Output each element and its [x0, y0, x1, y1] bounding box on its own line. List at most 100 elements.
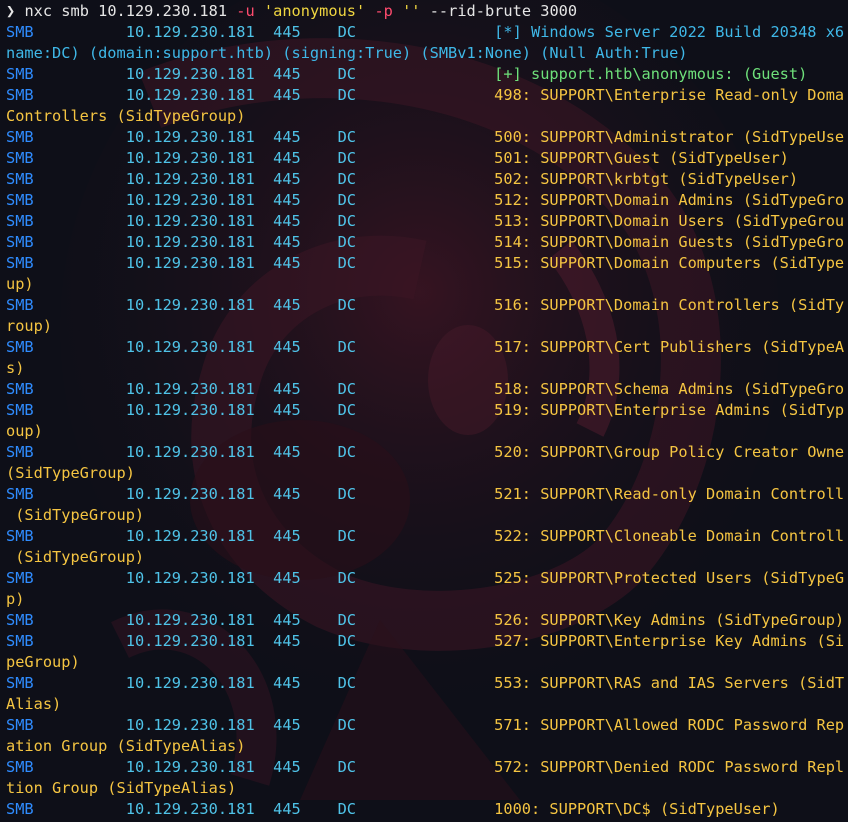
row-port: 445	[273, 23, 301, 41]
result-line: SMB 10.129.230.181 445 DC 525: SUPPORT\P…	[6, 568, 844, 589]
result-cont-line: oup)	[6, 421, 844, 442]
rid-entry-cont: Controllers (SidTypeGroup)	[6, 107, 246, 125]
row-port: 445	[273, 758, 301, 776]
row-port: 445	[273, 170, 301, 188]
row-host: DC	[337, 212, 357, 230]
rid-entry: 517: SUPPORT\Cert Publishers (SidTypeAli…	[494, 338, 844, 356]
rid-entry-cont: Alias)	[6, 695, 62, 713]
rid-entry: 502: SUPPORT\krbtgt (SidTypeUser)	[494, 170, 799, 188]
row-ip: 10.129.230.181	[125, 443, 255, 461]
row-ip: 10.129.230.181	[125, 65, 255, 83]
rid-entry: 519: SUPPORT\Enterprise Admins (SidTypeG…	[494, 401, 844, 419]
row-port: 445	[273, 86, 301, 104]
row-proto: SMB	[6, 527, 34, 545]
rid-entry: 516: SUPPORT\Domain Controllers (SidType…	[494, 296, 844, 314]
row-proto: SMB	[6, 233, 34, 251]
rid-entry-cont: s)	[6, 359, 25, 377]
row-ip: 10.129.230.181	[125, 149, 255, 167]
result-cont-line: roup)	[6, 316, 844, 337]
row-ip: 10.129.230.181	[125, 611, 255, 629]
row-host: DC	[337, 674, 357, 692]
result-cont-line: (SidTypeGroup)	[6, 505, 844, 526]
row-host: DC	[337, 758, 357, 776]
row-proto: SMB	[6, 443, 34, 461]
result-line: SMB 10.129.230.181 445 DC 526: SUPPORT\K…	[6, 610, 844, 631]
auth-text: [+] support.htb\anonymous: (Guest)	[494, 65, 808, 83]
row-proto: SMB	[6, 569, 34, 587]
row-proto: SMB	[6, 611, 34, 629]
row-proto: SMB	[6, 212, 34, 230]
row-port: 445	[273, 611, 301, 629]
command-rest: --rid-brute 3000	[429, 2, 578, 20]
rid-entry: 498: SUPPORT\Enterprise Read-only Domain	[494, 86, 844, 104]
row-ip: 10.129.230.181	[125, 128, 255, 146]
row-port: 445	[273, 443, 301, 461]
row-proto: SMB	[6, 254, 34, 272]
rid-entry-cont: (SidTypeGroup)	[6, 464, 135, 482]
rid-results: SMB 10.129.230.181 445 DC 498: SUPPORT\E…	[6, 85, 844, 820]
rid-entry: 522: SUPPORT\Cloneable Domain Controller…	[494, 527, 844, 545]
row-host: DC	[337, 443, 357, 461]
row-port: 445	[273, 800, 301, 818]
result-line: SMB 10.129.230.181 445 DC 512: SUPPORT\D…	[6, 190, 844, 211]
result-line: SMB 10.129.230.181 445 DC 501: SUPPORT\G…	[6, 148, 844, 169]
row-host: DC	[337, 632, 357, 650]
row-host: DC	[337, 485, 357, 503]
rid-entry-cont: ation Group (SidTypeAlias)	[6, 737, 246, 755]
row-proto: SMB	[6, 23, 34, 41]
rid-entry: 514: SUPPORT\Domain Guests (SidTypeGroup…	[494, 233, 844, 251]
result-cont-line: (SidTypeGroup)	[6, 547, 844, 568]
result-line: SMB 10.129.230.181 445 DC 521: SUPPORT\R…	[6, 484, 844, 505]
command-flag-p: -p	[374, 2, 393, 20]
rid-entry: 572: SUPPORT\Denied RODC Password Replic…	[494, 758, 844, 776]
rid-entry-cont: (SidTypeGroup)	[6, 548, 145, 566]
row-proto: SMB	[6, 485, 34, 503]
row-port: 445	[273, 401, 301, 419]
row-port: 445	[273, 674, 301, 692]
auth-line: SMB 10.129.230.181 445 DC [+] support.ht…	[6, 64, 844, 85]
row-ip: 10.129.230.181	[125, 716, 255, 734]
row-port: 445	[273, 380, 301, 398]
row-proto: SMB	[6, 86, 34, 104]
result-line: SMB 10.129.230.181 445 DC 518: SUPPORT\S…	[6, 379, 844, 400]
row-ip: 10.129.230.181	[125, 569, 255, 587]
row-host: DC	[337, 296, 357, 314]
row-host: DC	[337, 191, 357, 209]
row-host: DC	[337, 149, 357, 167]
rid-entry-cont: roup)	[6, 317, 53, 335]
row-proto: SMB	[6, 128, 34, 146]
rid-entry: 553: SUPPORT\RAS and IAS Servers (SidTyp…	[494, 674, 844, 692]
row-host: DC	[337, 170, 357, 188]
result-line: SMB 10.129.230.181 445 DC 513: SUPPORT\D…	[6, 211, 844, 232]
result-line: SMB 10.129.230.181 445 DC 515: SUPPORT\D…	[6, 253, 844, 274]
row-ip: 10.129.230.181	[125, 485, 255, 503]
command-line: ❯ nxc smb 10.129.230.181 -u 'anonymous' …	[6, 1, 844, 22]
row-proto: SMB	[6, 149, 34, 167]
result-line: SMB 10.129.230.181 445 DC 519: SUPPORT\E…	[6, 400, 844, 421]
row-port: 445	[273, 149, 301, 167]
row-host: DC	[337, 23, 357, 41]
rid-entry-cont: p)	[6, 590, 25, 608]
rid-entry: 521: SUPPORT\Read-only Domain Controller…	[494, 485, 844, 503]
row-ip: 10.129.230.181	[125, 338, 255, 356]
rid-entry-cont: peGroup)	[6, 653, 80, 671]
rid-entry-cont: oup)	[6, 422, 43, 440]
rid-entry: 500: SUPPORT\Administrator (SidTypeUser)	[494, 128, 844, 146]
rid-entry: 501: SUPPORT\Guest (SidTypeUser)	[494, 149, 789, 167]
result-cont-line: peGroup)	[6, 652, 844, 673]
result-line: SMB 10.129.230.181 445 DC 527: SUPPORT\E…	[6, 631, 844, 652]
result-line: SMB 10.129.230.181 445 DC 520: SUPPORT\G…	[6, 442, 844, 463]
result-cont-line: Controllers (SidTypeGroup)	[6, 106, 844, 127]
row-proto: SMB	[6, 758, 34, 776]
result-line: SMB 10.129.230.181 445 DC 498: SUPPORT\E…	[6, 85, 844, 106]
result-cont-line: Alias)	[6, 694, 844, 715]
banner-cont-text: name:DC) (domain:support.htb) (signing:T…	[6, 44, 688, 62]
row-proto: SMB	[6, 401, 34, 419]
row-port: 445	[273, 485, 301, 503]
row-ip: 10.129.230.181	[125, 758, 255, 776]
row-host: DC	[337, 611, 357, 629]
row-ip: 10.129.230.181	[125, 86, 255, 104]
result-cont-line: p)	[6, 589, 844, 610]
row-proto: SMB	[6, 800, 34, 818]
command-user: 'anonymous'	[263, 2, 366, 20]
